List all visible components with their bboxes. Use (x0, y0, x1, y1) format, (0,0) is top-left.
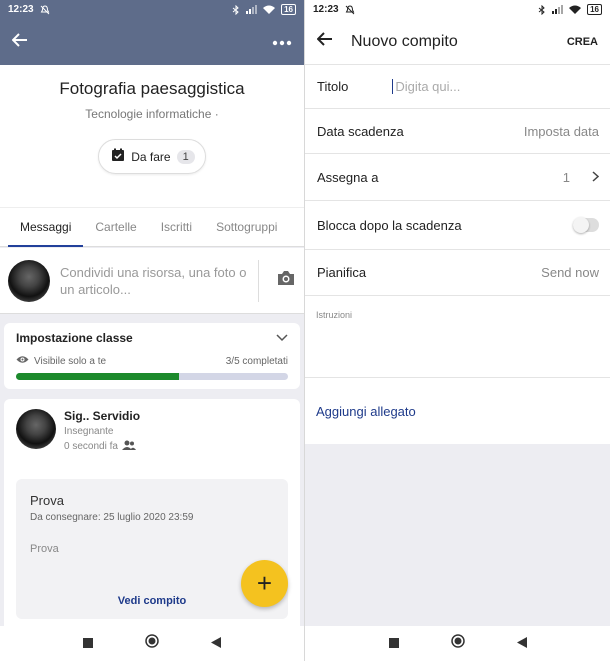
mute-alarm-icon (345, 4, 355, 15)
lock-after-due-row: Blocca dopo la scadenza (305, 201, 610, 250)
tab-folders[interactable]: Cartelle (83, 220, 148, 246)
assignment-title: Prova (30, 493, 64, 508)
group-people-icon (121, 440, 136, 453)
bluetooth-icon (232, 4, 240, 15)
lock-after-due-label: Blocca dopo la scadenza (317, 217, 462, 233)
assignment-body: Prova (30, 543, 59, 555)
signal-icon (246, 5, 258, 14)
post-time: 0 secondi fa (64, 441, 118, 452)
bluetooth-icon (538, 4, 546, 15)
progress-text: 3/5 completati (225, 355, 288, 367)
title-label: Titolo (317, 79, 349, 94)
home-icon[interactable] (450, 634, 465, 653)
todo-count-badge: 1 (176, 149, 195, 164)
new-assignment-appbar: Nuovo compito CREA (305, 19, 610, 65)
recents-icon[interactable] (83, 635, 93, 653)
camera-button[interactable] (258, 259, 296, 302)
assign-to-count: 1 (562, 169, 570, 185)
setup-title: Impostazione classe (16, 331, 133, 345)
wifi-icon (569, 5, 582, 14)
due-date-value[interactable]: Imposta data (524, 124, 599, 139)
battery-icon: 16 (281, 4, 296, 15)
post-composer[interactable]: Condividi una risorsa, una foto o un art… (0, 248, 304, 314)
class-title: Fotografia paesaggistica (59, 79, 245, 98)
assign-to-row[interactable]: Assegna a 1 (305, 154, 610, 201)
schedule-label: Pianifica (317, 265, 367, 280)
add-attachment-button[interactable]: Aggiungi allegato (305, 378, 610, 444)
class-appbar (0, 19, 304, 65)
setup-progress-fill (16, 373, 180, 380)
class-topbar: 12:23 16 (0, 0, 304, 65)
screens: 12:23 16 Fotografia paesaggistica Tecnol… (0, 0, 610, 661)
empty-area (305, 444, 610, 626)
class-header: Fotografia paesaggistica Tecnologie info… (0, 65, 304, 207)
home-icon[interactable] (145, 634, 159, 653)
visibility-text: Visibile solo a te (34, 355, 107, 367)
todo-label: Da fare (131, 149, 171, 164)
todo-button[interactable]: Da fare 1 (98, 139, 206, 174)
calendar-check-icon (111, 148, 125, 165)
instructions-field[interactable]: Istruzioni (305, 296, 610, 378)
tab-subgroups[interactable]: Sottogruppi (204, 220, 289, 246)
battery-icon: 16 (587, 4, 602, 15)
system-navbar (305, 626, 610, 661)
composer-placeholder[interactable]: Condividi una risorsa, una foto o un art… (50, 264, 258, 298)
author-role: Insegnante (64, 426, 114, 437)
chevron-right-icon[interactable] (592, 170, 600, 185)
title-input[interactable] (392, 79, 599, 94)
schedule-value[interactable]: Send now (541, 265, 599, 280)
page-title: Nuovo compito (351, 32, 458, 50)
back-triangle-icon[interactable] (516, 635, 527, 653)
class-screen: 12:23 16 Fotografia paesaggistica Tecnol… (0, 0, 304, 661)
lock-after-due-toggle[interactable] (573, 217, 599, 233)
author-avatar[interactable] (16, 409, 56, 449)
class-tabs: Messaggi Cartelle Iscritti Sottogruppi (0, 207, 304, 247)
more-options-icon[interactable] (272, 33, 292, 51)
status-bar: 12:23 16 (0, 0, 304, 19)
status-time: 12:23 (8, 4, 34, 15)
class-setup-card[interactable]: Impostazione classe Visibile solo a te 3… (4, 323, 300, 389)
setup-progress-bar (16, 373, 288, 380)
class-subtitle: Tecnologie informatiche · (85, 107, 219, 121)
create-button[interactable]: CREA (567, 36, 598, 48)
mute-alarm-icon (40, 4, 50, 15)
author-name[interactable]: Sig.. Servidio (64, 409, 140, 423)
signal-icon (552, 5, 564, 14)
eye-icon (16, 355, 29, 367)
status-time: 12:23 (313, 4, 339, 15)
due-date-row[interactable]: Data scadenza Imposta data (305, 109, 610, 154)
chevron-down-icon[interactable] (276, 331, 288, 345)
title-row: Titolo (305, 65, 610, 109)
user-avatar (8, 259, 50, 302)
add-fab-button[interactable]: + (241, 560, 288, 607)
recents-icon[interactable] (388, 635, 399, 653)
back-arrow-icon[interactable] (11, 32, 28, 52)
new-assignment-screen: 12:23 16 Nuovo compito CREA Titolo Digit… (305, 0, 610, 661)
assignment-due: Da consegnare: 25 luglio 2020 23:59 (30, 512, 194, 523)
back-arrow-icon[interactable] (316, 32, 333, 51)
wifi-icon (263, 5, 276, 14)
back-triangle-icon[interactable] (211, 635, 221, 653)
tab-messages[interactable]: Messaggi (8, 220, 84, 247)
due-date-label: Data scadenza (317, 123, 404, 139)
assign-to-label: Assegna a (317, 169, 379, 185)
schedule-row[interactable]: Pianifica Send now (305, 250, 610, 296)
system-navbar (0, 626, 304, 661)
status-bar: 12:23 16 (305, 0, 610, 19)
tab-members[interactable]: Iscritti (149, 220, 204, 246)
camera-icon (276, 270, 296, 291)
